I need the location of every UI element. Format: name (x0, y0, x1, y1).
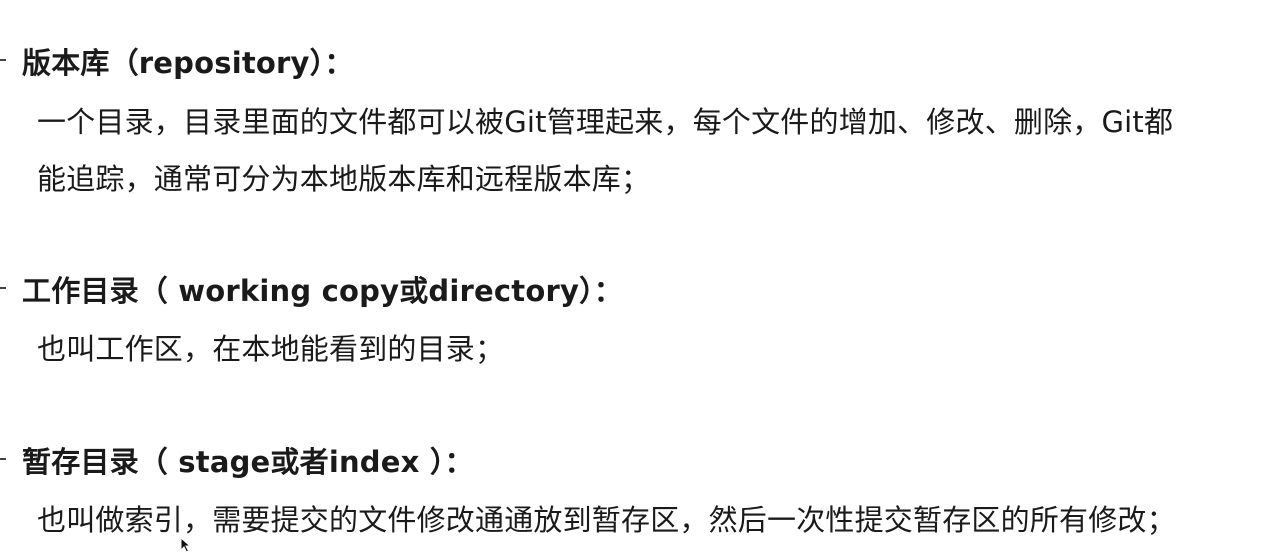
section-text-stage-line-1: 也叫做索引，需要提交的文件修改通通放到暂存区，然后一次性提交暂存区的所有修改； (37, 503, 1176, 537)
bullet-marker (0, 287, 6, 289)
section-text-repository-line-2: 能追踪，通常可分为本地版本库和远程版本库； (37, 162, 651, 196)
section-text-working-directory-line-1: 也叫工作区，在本地能看到的目录； (37, 332, 505, 366)
section-heading-repository: 版本库（repository）： (22, 46, 354, 80)
document-page: 版本库（repository）： 一个目录，目录里面的文件都可以被Git管理起来… (0, 0, 1282, 556)
bullet-marker (0, 458, 6, 460)
section-heading-working-directory: 工作目录（ working copy或directory）： (22, 274, 623, 308)
section-heading-stage: 暂存目录（ stage或者index ）： (22, 445, 474, 479)
arrow-pointer-icon (180, 537, 192, 553)
bullet-marker (0, 59, 6, 61)
section-text-repository-line-1: 一个目录，目录里面的文件都可以被Git管理起来，每个文件的增加、修改、删除，Gi… (37, 105, 1174, 139)
